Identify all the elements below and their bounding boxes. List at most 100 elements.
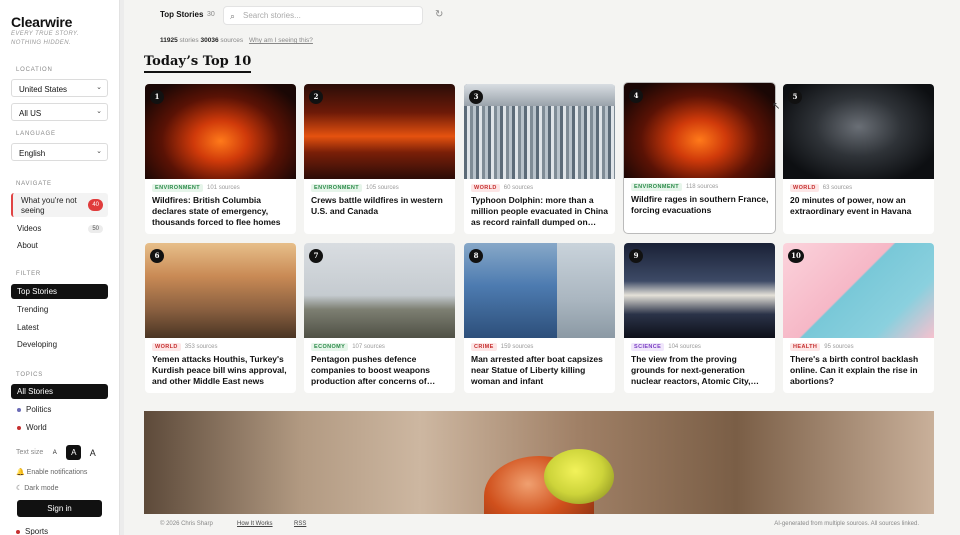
sources-total: 30036 (200, 37, 219, 44)
story-meta: WORLD 60 sources (471, 184, 533, 192)
filter-trending[interactable]: Trending (11, 302, 108, 317)
category-tag: ENVIRONMENT (152, 184, 204, 192)
topic-label: Politics (26, 405, 52, 414)
filter-label: FILTER (16, 271, 42, 277)
mouse-cursor-icon: ↖ (772, 101, 781, 112)
stories-total: 11925 (160, 37, 178, 44)
featured-story-banner[interactable] (144, 411, 934, 514)
search-input[interactable]: ⌕ Search stories... (223, 6, 423, 25)
story-meta: WORLD 353 sources (152, 343, 217, 351)
source-count: 63 sources (822, 185, 853, 191)
story-headline: Man arrested after boat capsizes near St… (471, 354, 603, 386)
search-icon: ⌕ (230, 11, 236, 21)
dark-mode-toggle[interactable]: ☾ Dark mode (16, 484, 58, 492)
notifications-toggle[interactable]: 🔔 Enable notifications (16, 468, 87, 476)
footer: © 2026 Chris Sharp How It Works RSS AI-g… (124, 514, 960, 535)
chevron-down-icon: ⌄ (96, 84, 102, 91)
story-card-6[interactable]: 6 WORLD 353 sources Yemen attacks Houthis… (145, 243, 296, 393)
topic-label: World (26, 423, 47, 432)
story-headline: Pentagon pushes defence companies to boo… (311, 354, 436, 386)
story-card-7[interactable]: 7 ECONOMY 107 sources Pentagon pushes def… (304, 243, 455, 393)
topics-label: TOPICS (16, 372, 44, 378)
nav-label: Videos (17, 224, 42, 233)
copyright: © 2026 Chris Sharp (160, 521, 213, 527)
rank-badge: 8 (469, 249, 483, 263)
count-badge: 50 (88, 224, 103, 233)
topic-label: Sports (25, 527, 49, 535)
story-card-2[interactable]: 2 ENVIRONMENT 105 sources Crews battle wi… (304, 84, 455, 234)
brand-logo[interactable]: Clearwire (11, 14, 72, 30)
text-size-control: Text size A A A (16, 445, 100, 460)
moon-icon: ☾ (16, 485, 23, 492)
story-card-9[interactable]: 9 SCIENCE 104 sources The view from the p… (624, 243, 775, 393)
rank-badge: 6 (150, 249, 164, 263)
topic-all-stories[interactable]: All Stories (11, 384, 108, 399)
story-card-1[interactable]: 1 ENVIRONMENT 101 sources Wildfires: Brit… (145, 84, 296, 234)
story-headline: Wildfires: British Columbia declares sta… (152, 195, 281, 227)
story-image (783, 84, 934, 179)
story-headline: Crews battle wildfires in western U.S. a… (311, 195, 443, 216)
language-select[interactable]: English ⌄ (11, 143, 108, 161)
nav-label: About (17, 241, 38, 250)
nav-videos[interactable]: Videos 50 (11, 221, 108, 236)
sign-in-button[interactable]: Sign in (17, 500, 102, 517)
country-value: United States (19, 85, 68, 94)
nav-about[interactable]: About (11, 238, 108, 253)
why-link[interactable]: Why am I seeing this? (249, 37, 313, 44)
text-size-small[interactable]: A (47, 445, 62, 460)
rank-badge: 3 (469, 90, 483, 104)
source-count: 60 sources (503, 185, 534, 191)
filter-developing[interactable]: Developing (11, 337, 108, 352)
nav-what-youre-not-seeing[interactable]: What you're not seeing 40 (11, 193, 108, 217)
tagline: EVERY TRUE STORY. NOTHING HIDDEN. (11, 31, 79, 46)
topbar: Top Stories 30 ⌕ Search stories... ↻ (124, 0, 960, 32)
rank-badge: 1 (150, 90, 164, 104)
language-value: English (19, 149, 46, 158)
story-card-5[interactable]: 5 WORLD 63 sources 20 minutes of power, n… (783, 84, 934, 234)
rank-badge: 10 (788, 249, 804, 263)
topic-politics[interactable]: Politics (11, 402, 108, 417)
story-image (304, 84, 455, 179)
notifications-label: Enable notifications (26, 469, 88, 476)
country-select[interactable]: United States ⌄ (11, 79, 108, 97)
stories-label: stories (179, 37, 199, 44)
text-size-medium[interactable]: A (66, 445, 82, 460)
story-image (783, 243, 934, 338)
story-meta: ENVIRONMENT 101 sources (152, 184, 240, 192)
language-label: LANGUAGE (16, 131, 56, 137)
story-meta: ECONOMY 107 sources (311, 343, 385, 351)
story-card-3[interactable]: 3 WORLD 60 sources Typhoon Dolphin: more … (464, 84, 615, 234)
rss-link[interactable]: RSS (294, 521, 306, 527)
story-image (464, 84, 615, 179)
refresh-icon[interactable]: ↻ (435, 9, 443, 20)
story-card-8[interactable]: 8 CRIME 159 sources Man arrested after bo… (464, 243, 615, 393)
text-size-large[interactable]: A (85, 445, 100, 460)
story-headline: There's a birth control backlash online.… (790, 354, 919, 386)
filter-latest[interactable]: Latest (11, 320, 108, 335)
story-card-4[interactable]: 4 ENVIRONMENT 118 sources Wildfire rages … (624, 83, 775, 233)
story-image (464, 243, 615, 338)
filter-top-stories[interactable]: Top Stories (11, 284, 108, 299)
banner-image-subject (544, 449, 614, 504)
source-count: 105 sources (366, 185, 399, 191)
rank-badge: 2 (309, 90, 323, 104)
story-headline: Yemen attacks Houthis, Turkey's Kurdish … (152, 354, 287, 386)
sidebar-scrollbar[interactable] (120, 0, 124, 535)
category-tag: CRIME (471, 343, 497, 351)
story-card-10[interactable]: 10 HEALTH 95 sources There's a birth cont… (783, 243, 934, 393)
story-headline: Wildfire rages in southern France, forci… (631, 194, 769, 215)
how-it-works-link[interactable]: How It Works (237, 521, 273, 527)
source-count: 118 sources (686, 184, 719, 190)
region-select[interactable]: All US ⌄ (11, 103, 108, 121)
source-count: 159 sources (500, 344, 534, 350)
story-meta: SCIENCE 104 sources (631, 343, 701, 351)
source-count: 107 sources (352, 344, 385, 350)
category-tag: WORLD (471, 184, 500, 192)
nav-label: What you're not seeing (21, 196, 77, 215)
story-meta: WORLD 63 sources (790, 184, 852, 192)
category-tag: HEALTH (790, 343, 821, 351)
source-count: 101 sources (207, 185, 240, 191)
topic-world[interactable]: World (11, 420, 108, 435)
topic-sports[interactable]: Sports (16, 527, 48, 535)
story-meta: ENVIRONMENT 105 sources (311, 184, 399, 192)
